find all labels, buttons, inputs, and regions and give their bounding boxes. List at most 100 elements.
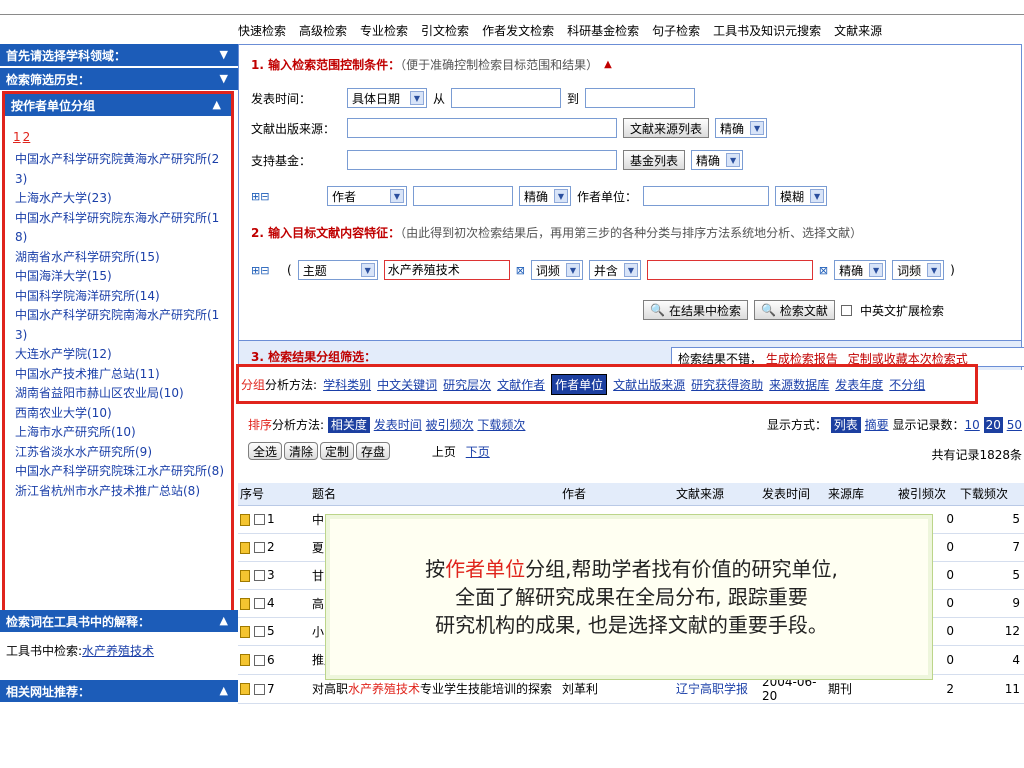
word-freq-select-2[interactable]: 词频 ▼: [892, 260, 945, 280]
fund-match-select[interactable]: 精确 ▼: [691, 150, 744, 170]
history-panel-header[interactable]: 检索筛选历史： ▼: [0, 68, 238, 90]
author-group-panel-header[interactable]: 按作者单位分组 ▲: [5, 94, 231, 116]
page-link-1[interactable]: 1: [13, 130, 21, 144]
subject-panel-header[interactable]: 首先请选择学科领域： ▼: [0, 44, 238, 66]
cn-en-expand-checkbox[interactable]: [840, 304, 852, 316]
source-match-select[interactable]: 精确 ▼: [715, 118, 768, 138]
date-mode-select[interactable]: 具体日期 ▼: [347, 88, 427, 108]
date-from-input[interactable]: [451, 88, 562, 108]
triangle-up-icon[interactable]: ▲: [220, 684, 228, 697]
author-input[interactable]: [413, 186, 513, 206]
author-unit-item[interactable]: 浙江省杭州市水产技术推广总站(8): [15, 482, 230, 502]
author-unit-item[interactable]: 江苏省淡水水产研究所(9): [15, 443, 230, 463]
group-subject[interactable]: 学科类别: [323, 376, 371, 393]
word-freq-select[interactable]: 词频 ▼: [530, 260, 583, 280]
nav-professional-search[interactable]: 专业检索: [360, 22, 408, 40]
customize-button[interactable]: 定制: [320, 442, 355, 460]
select-all-button[interactable]: 全选: [248, 442, 283, 460]
sort-cited[interactable]: 被引频次: [426, 418, 474, 432]
row-checkbox[interactable]: [254, 683, 265, 695]
triangle-down-icon[interactable]: ▼: [220, 48, 228, 61]
date-to-input[interactable]: [585, 88, 696, 108]
row-checkbox[interactable]: [254, 598, 265, 609]
display-abstract[interactable]: 摘要: [865, 418, 889, 432]
nav-advanced-search[interactable]: 高级检索: [299, 22, 347, 40]
author-unit-item[interactable]: 西南农业大学(10): [15, 404, 230, 424]
author-unit-item[interactable]: 中国水产科学研究院珠江水产研究所(8): [15, 462, 230, 482]
subject-panel-title: 首先请选择学科领域：: [6, 49, 127, 63]
count-50[interactable]: 50: [1007, 418, 1022, 432]
row-checkbox[interactable]: [254, 654, 265, 666]
group-database[interactable]: 来源数据库: [769, 376, 829, 393]
triangle-down-icon[interactable]: ▼: [220, 72, 228, 85]
nav-quick-search[interactable]: 快速检索: [238, 22, 286, 40]
author-unit-match-select[interactable]: 模糊 ▼: [775, 186, 828, 206]
page-link-2[interactable]: 2: [23, 130, 31, 144]
source-list-button[interactable]: 文献来源列表: [623, 118, 710, 138]
nav-source-search[interactable]: 文献来源: [834, 22, 882, 40]
chevron-down-icon: ▼: [554, 189, 568, 203]
group-funding[interactable]: 研究获得资助: [691, 376, 763, 393]
row-checkbox[interactable]: [254, 542, 265, 553]
author-unit-item[interactable]: 上海水产大学(23): [15, 189, 230, 209]
author-unit-item[interactable]: 中国水产科学研究院黄海水产研究所(23): [15, 150, 230, 189]
nav-citation-search[interactable]: 引文检索: [421, 22, 469, 40]
author-unit-item[interactable]: 中国水产技术推广总站(11): [15, 365, 230, 385]
triangle-up-icon[interactable]: ▲: [213, 98, 221, 111]
sort-relevance[interactable]: 相关度: [327, 417, 370, 433]
prev-page[interactable]: 上页: [432, 445, 456, 459]
match-select-2[interactable]: 精确 ▼: [834, 260, 887, 280]
word-freq-icon[interactable]: ⊠: [516, 264, 525, 277]
search-documents-button[interactable]: 🔍 检索文献: [753, 300, 835, 320]
topic-input[interactable]: 水产养殖技术: [383, 260, 510, 280]
title-text: 中: [312, 512, 325, 527]
group-author[interactable]: 文献作者: [497, 376, 545, 393]
combine-select[interactable]: 并含 ▼: [588, 260, 641, 280]
group-source[interactable]: 文献出版来源: [613, 376, 685, 393]
group-author-unit[interactable]: 作者单位: [551, 373, 608, 395]
author-unit-item[interactable]: 上海市水产研究所(10): [15, 423, 230, 443]
topic-input-2[interactable]: [646, 260, 813, 280]
count-20[interactable]: 20: [983, 417, 1003, 433]
author-unit-item[interactable]: 中国海洋大学(15): [15, 267, 230, 287]
group-year[interactable]: 发表年度: [835, 376, 883, 393]
add-remove-row-icon[interactable]: ⊞⊟: [251, 264, 281, 277]
author-field-select[interactable]: 作者 ▼: [327, 186, 407, 206]
fund-input[interactable]: [347, 150, 617, 170]
add-remove-row-icon[interactable]: ⊞⊟: [251, 190, 321, 203]
count-10[interactable]: 10: [965, 418, 980, 432]
toolbook-panel-header[interactable]: 检索词在工具书中的解释： ▲: [0, 610, 238, 632]
author-unit-item[interactable]: 中国水产科学研究院南海水产研究所(13): [15, 306, 230, 345]
save-button[interactable]: 存盘: [356, 442, 391, 460]
display-list[interactable]: 列表: [830, 417, 861, 433]
triangle-up-icon[interactable]: ▲: [220, 614, 228, 627]
sort-date[interactable]: 发表时间: [374, 418, 422, 432]
author-unit-item[interactable]: 中国水产科学研究院东海水产研究所(18): [15, 209, 230, 248]
nav-fund-search[interactable]: 科研基金检索: [567, 22, 639, 40]
source-input[interactable]: [347, 118, 617, 138]
search-in-results-button[interactable]: 🔍 在结果中检索: [643, 300, 748, 320]
row-checkbox[interactable]: [254, 626, 265, 637]
group-keyword[interactable]: 中文关键词: [377, 376, 437, 393]
author-unit-item[interactable]: 大连水产学院(12): [15, 345, 230, 365]
row-checkbox[interactable]: [254, 570, 265, 581]
nav-sentence-search[interactable]: 句子检索: [652, 22, 700, 40]
author-unit-input[interactable]: [643, 186, 770, 206]
next-page-link[interactable]: 下页: [466, 445, 490, 459]
author-unit-item[interactable]: 湖南省益阳市赫山区农业局(10): [15, 384, 230, 404]
related-links-panel-header[interactable]: 相关网址推荐： ▲: [0, 680, 238, 702]
author-unit-item[interactable]: 中国科学院海洋研究所(14): [15, 287, 230, 307]
author-match-select[interactable]: 精确 ▼: [519, 186, 571, 206]
toolbook-link[interactable]: 水产养殖技术: [82, 644, 154, 658]
nav-toolbook-search[interactable]: 工具书及知识元搜索: [713, 22, 821, 40]
fund-list-button[interactable]: 基金列表: [623, 150, 686, 170]
author-unit-item[interactable]: 湖南省水产科学研究所(15): [15, 248, 230, 268]
clear-button[interactable]: 清除: [284, 442, 319, 460]
group-none[interactable]: 不分组: [889, 376, 925, 393]
topic-field-select[interactable]: 主题 ▼: [297, 260, 378, 280]
group-research-level[interactable]: 研究层次: [443, 376, 491, 393]
row-checkbox[interactable]: [254, 514, 265, 525]
nav-author-search[interactable]: 作者发文检索: [482, 22, 554, 40]
word-freq-icon[interactable]: ⊠: [819, 264, 828, 277]
sort-downloads[interactable]: 下载频次: [477, 418, 525, 432]
